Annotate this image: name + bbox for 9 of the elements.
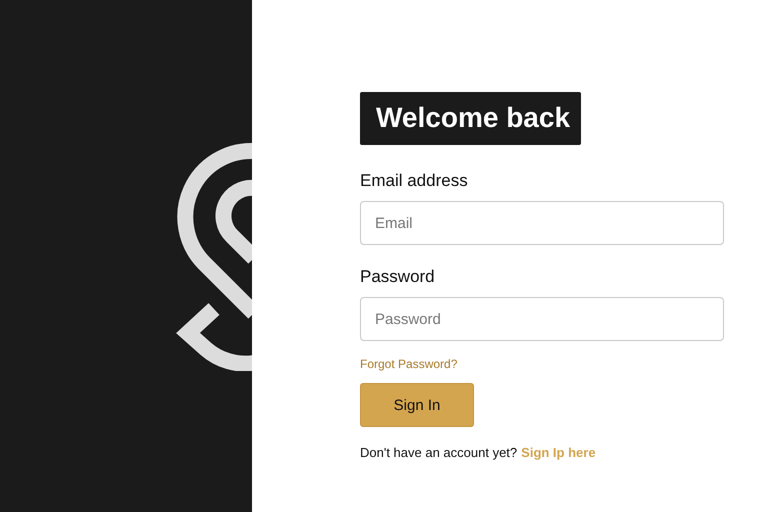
signup-link[interactable]: Sign Ip here bbox=[521, 445, 596, 460]
welcome-heading: Welcome back bbox=[360, 92, 582, 145]
field-label: Password bbox=[360, 267, 435, 287]
forgot-password-link[interactable]: Forgot Password? bbox=[360, 357, 458, 371]
signup-prompt: Don't have an account yet? bbox=[360, 445, 518, 460]
sign-in-button[interactable]: Sign In bbox=[360, 383, 474, 427]
input-field[interactable]: Email bbox=[360, 201, 724, 245]
field-label: Email address bbox=[360, 171, 468, 191]
input-field[interactable]: Password bbox=[360, 297, 724, 341]
